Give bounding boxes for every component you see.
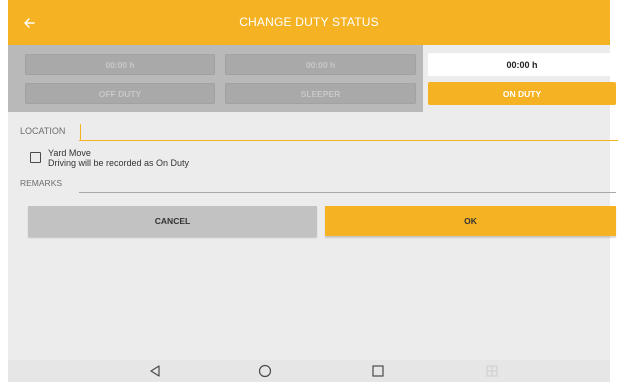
- nav-home-button[interactable]: [254, 362, 276, 380]
- sleeper-time[interactable]: 00:00 h: [225, 54, 416, 75]
- on-duty-time[interactable]: 00:00 h: [428, 53, 616, 76]
- nav-recents-button[interactable]: [367, 362, 389, 380]
- cancel-button[interactable]: CANCEL: [28, 206, 317, 236]
- location-row: LOCATION: [8, 118, 618, 144]
- split-screen-icon: [486, 365, 498, 377]
- off-duty-time[interactable]: 00:00 h: [25, 54, 215, 75]
- yard-move-checkbox[interactable]: [30, 152, 41, 163]
- text-caret: [80, 124, 81, 140]
- app-screen: CHANGE DUTY STATUS 00:00 h 00:00 h 00:00…: [8, 0, 618, 382]
- back-triangle-icon: [150, 365, 160, 377]
- nav-back-button[interactable]: [144, 362, 166, 380]
- location-label: LOCATION: [20, 126, 66, 136]
- back-button[interactable]: [14, 8, 44, 38]
- location-input[interactable]: [79, 122, 618, 141]
- remarks-label: REMARKS: [20, 178, 63, 188]
- duty-status-selector: 00:00 h 00:00 h 00:00 h OFF DUTY SLEEPER…: [8, 45, 616, 112]
- off-duty-button[interactable]: OFF DUTY: [25, 83, 215, 104]
- arrow-left-icon: [24, 18, 35, 28]
- remarks-input[interactable]: [79, 174, 616, 193]
- sleeper-button[interactable]: SLEEPER: [225, 83, 416, 104]
- app-bar: CHANGE DUTY STATUS: [8, 0, 610, 45]
- home-circle-icon: [258, 364, 272, 378]
- on-duty-button[interactable]: ON DUTY: [428, 82, 616, 105]
- yard-move-option: Yard Move Driving will be recorded as On…: [30, 148, 330, 172]
- ok-button[interactable]: OK: [325, 206, 616, 236]
- page-title: CHANGE DUTY STATUS: [239, 15, 379, 29]
- recents-square-icon: [372, 365, 384, 377]
- device-frame: CHANGE DUTY STATUS 00:00 h 00:00 h 00:00…: [0, 0, 618, 382]
- yard-move-description: Driving will be recorded as On Duty: [48, 158, 190, 168]
- nav-split-screen-button[interactable]: [481, 362, 503, 380]
- remarks-row: REMARKS: [8, 174, 616, 194]
- left-bezel: [0, 0, 8, 382]
- system-nav-bar: [8, 360, 610, 382]
- yard-move-label: Yard Move: [48, 148, 91, 158]
